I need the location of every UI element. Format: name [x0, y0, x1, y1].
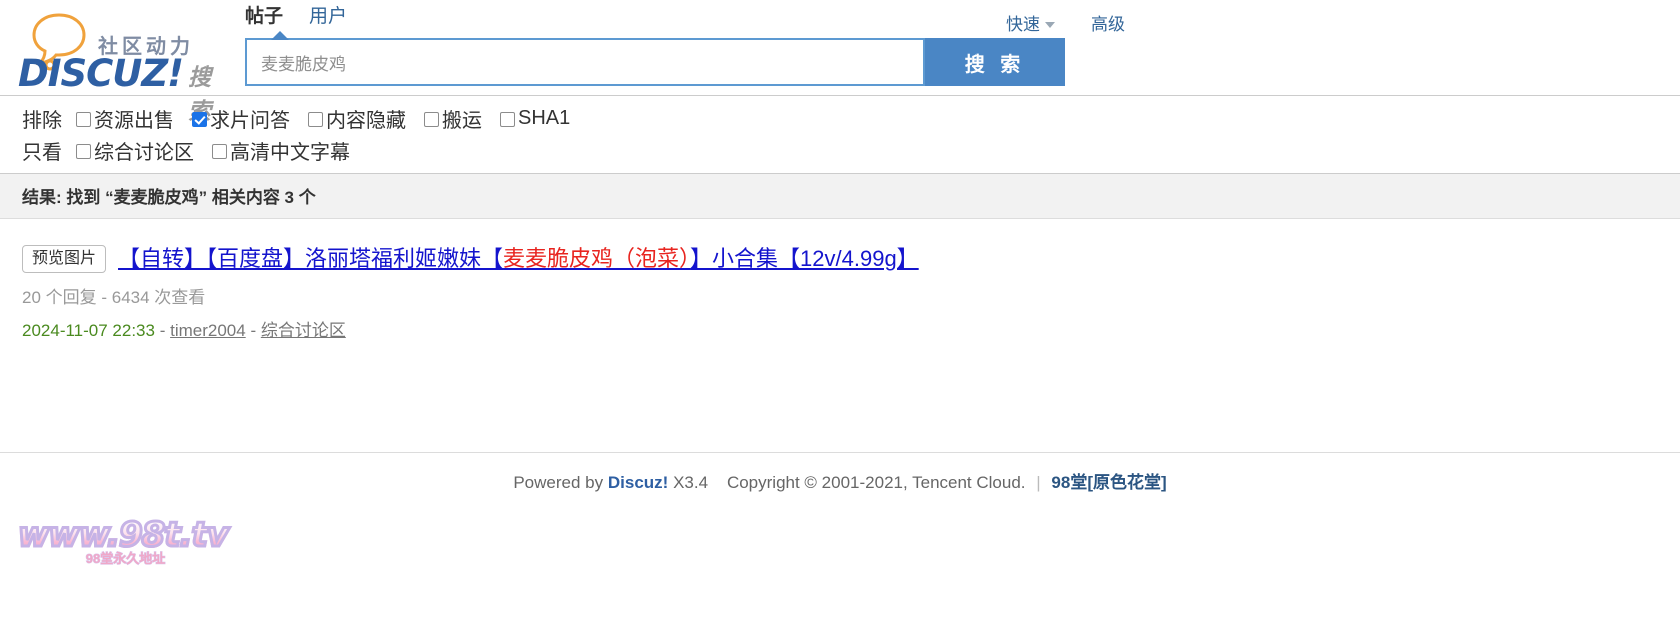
site-watermark: www.98t.tv 98堂永久地址	[17, 517, 233, 588]
header-mode-links: 快速 高级	[1006, 10, 1125, 35]
search-input-wrapper	[245, 31, 925, 86]
result-title-link[interactable]: 【自转】【百度盘】洛丽塔福利姬嫩妹【麦麦脆皮鸡（泡菜）】小合集【12v/4.99…	[118, 245, 919, 274]
result-title-highlight: 麦麦脆皮鸡（泡菜）	[503, 246, 691, 271]
filter-label-only: 只看	[22, 141, 62, 164]
search-type-tabs: 帖子 用户	[245, 6, 347, 28]
result-forum-link[interactable]: 综合讨论区	[261, 321, 346, 340]
tab-users[interactable]: 用户	[309, 6, 347, 28]
page-footer: Powered by Discuz! X3.4 Copyright © 2001…	[0, 468, 1680, 493]
search-button[interactable]: 搜 索	[925, 38, 1065, 86]
active-tab-pointer-icon	[271, 31, 289, 40]
result-summary: 结果: 找到 “麦麦脆皮鸡” 相关内容 3 个	[0, 174, 1680, 219]
result-author-link[interactable]: timer2004	[170, 321, 246, 340]
result-title-line: 预览图片 【自转】【百度盘】洛丽塔福利姬嫩妹【麦麦脆皮鸡（泡菜）】小合集【12v…	[22, 245, 1680, 274]
result-stats: 20 个回复 - 6434 次查看	[22, 287, 206, 307]
checkbox-box-icon	[500, 111, 515, 127]
checkbox-label: 高清中文字幕	[230, 141, 350, 164]
powered-by-text: Powered by	[513, 473, 604, 492]
checkbox-checked-icon	[192, 111, 207, 127]
discuz-footer-link[interactable]: Discuz!	[608, 473, 668, 492]
site-name-link[interactable]: 98堂[原色花堂]	[1051, 473, 1166, 492]
result-item: 预览图片 【自转】【百度盘】洛丽塔福利姬嫩妹【麦麦脆皮鸡（泡菜）】小合集【12v…	[22, 245, 1680, 341]
checkbox-label: 内容隐藏	[326, 109, 406, 132]
tab-posts[interactable]: 帖子	[245, 6, 283, 28]
checkbox-label: 综合讨论区	[94, 141, 194, 164]
search-input[interactable]	[247, 40, 923, 84]
checkbox-box-icon	[76, 143, 91, 159]
checkbox-label: 搬运	[442, 109, 482, 132]
result-title-suffix: 】小合集【12v/4.99g】	[690, 246, 919, 271]
checkbox-box-icon	[76, 111, 91, 127]
quick-search-link[interactable]: 快速	[1006, 10, 1055, 35]
checkbox-content-hidden[interactable]: 内容隐藏	[308, 104, 406, 133]
footer-divider	[0, 452, 1680, 453]
checkbox-sha1[interactable]: SHA1	[500, 107, 570, 130]
discuz-logo[interactable]: 社区动力 DISCUZ! 搜索	[18, 8, 233, 125]
chevron-down-icon	[1045, 21, 1055, 28]
search-form: 搜 索	[245, 31, 1065, 86]
footer-separator: |	[1036, 473, 1041, 492]
checkbox-label: 资源出售	[94, 109, 174, 132]
separator: -	[250, 320, 261, 340]
checkbox-resource-sale[interactable]: 资源出售	[76, 104, 174, 133]
filter-label-exclude: 排除	[22, 109, 62, 132]
discuz-version: X3.4	[673, 473, 709, 492]
checkbox-box-icon	[424, 111, 439, 127]
result-date: 2024-11-07 22:33	[22, 320, 155, 340]
checkbox-box-icon	[308, 111, 323, 127]
advanced-search-link[interactable]: 高级	[1091, 10, 1125, 35]
advanced-search-label: 高级	[1091, 15, 1125, 34]
quick-search-label: 快速	[1006, 15, 1040, 34]
watermark-url: www.98t.tv	[17, 517, 233, 554]
checkbox-label: SHA1	[518, 106, 571, 129]
checkbox-box-icon	[212, 143, 227, 159]
filter-bar: 排除 资源出售 求片问答 内容隐藏 搬运 SHA1 只看 综合讨论区 高清中文字…	[0, 95, 1680, 174]
checkbox-reupload[interactable]: 搬运	[424, 104, 482, 133]
checkbox-general-forum[interactable]: 综合讨论区	[76, 136, 194, 165]
page-header: 社区动力 DISCUZ! 搜索 帖子 用户 快速 高级 搜 索	[0, 0, 1680, 125]
logo-wordmark: DISCUZ!	[18, 52, 184, 95]
result-footer: 2024-11-07 22:33 - timer2004 - 综合讨论区	[22, 316, 1680, 341]
separator: -	[159, 320, 171, 340]
result-title-prefix: 【自转】【百度盘】洛丽塔福利姬嫩妹【	[118, 246, 504, 271]
preview-image-button[interactable]: 预览图片	[22, 245, 107, 274]
copyright-text: Copyright © 2001-2021, Tencent Cloud.	[726, 473, 1026, 492]
checkbox-hd-chinese-sub[interactable]: 高清中文字幕	[212, 136, 350, 165]
filter-row-only: 只看 综合讨论区 高清中文字幕	[22, 134, 1680, 166]
result-list: 预览图片 【自转】【百度盘】洛丽塔福利姬嫩妹【麦麦脆皮鸡（泡菜）】小合集【12v…	[0, 219, 1680, 341]
filter-row-exclude: 排除 资源出售 求片问答 内容隐藏 搬运 SHA1	[22, 102, 1680, 134]
